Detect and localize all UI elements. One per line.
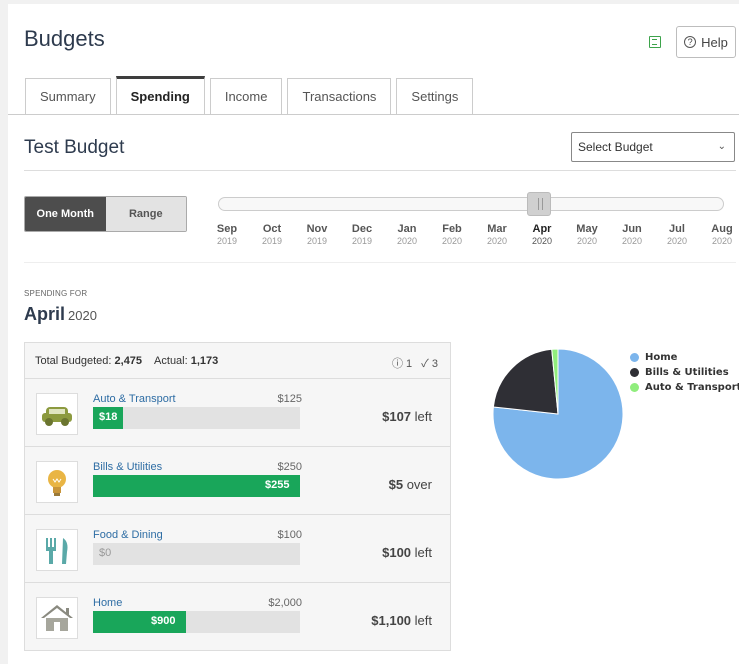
legend-item-bills[interactable]: Bills & Utilities (630, 365, 739, 380)
tab-transactions[interactable]: Transactions (287, 78, 392, 114)
category-budget: $250 (277, 461, 302, 473)
actual-value: 1,173 (190, 354, 219, 367)
pie-slice-bills-utilities[interactable] (492, 348, 559, 415)
totals-header: Total Budgeted: 2,475 Actual: 1,173 ⓘ 1 … (25, 343, 450, 379)
month-aug[interactable]: Aug 2020 (702, 223, 739, 246)
month-jul[interactable]: Jul 2020 (657, 223, 697, 246)
spending-month-name: April (24, 304, 66, 324)
category-row: Bills & Utilities $250 $255 $5 over (25, 447, 450, 515)
category-progress-bar: $255 (93, 475, 300, 497)
status-counts: ⓘ 1 ✓ 3 (392, 355, 438, 371)
alert-icon: ⓘ (391, 358, 403, 370)
month-timeline: Sep 2019 Oct 2019 Nov 2019 Dec 2019 Jan 2020 … (203, 223, 738, 253)
check-icon: ✓ (421, 358, 429, 370)
month-oct[interactable]: Oct 2019 (252, 223, 292, 246)
category-budget: $125 (277, 393, 302, 405)
legend-swatch (630, 383, 639, 392)
category-name-link[interactable]: Bills & Utilities (93, 461, 162, 473)
month-jan[interactable]: Jan 2020 (387, 223, 427, 246)
month-nov[interactable]: Nov 2019 (297, 223, 337, 246)
remaining-amount: $100 left (382, 545, 432, 560)
budget-name: Test Budget (24, 137, 125, 158)
month-slider-track[interactable] (218, 197, 724, 211)
fork-knife-icon (36, 529, 78, 571)
tab-bar: Summary Spending Income Transactions Set… (25, 76, 478, 114)
tabs-divider (8, 114, 739, 115)
question-circle-icon: ? (684, 36, 697, 48)
remaining-amount: $107 left (382, 409, 432, 424)
one-month-button[interactable]: One Month (25, 197, 106, 231)
category-progress-bar: $0 (93, 543, 300, 565)
month-slider-handle[interactable] (527, 192, 551, 216)
spending-month: April 2020 (24, 304, 97, 325)
divider (24, 170, 736, 171)
divider (24, 262, 736, 263)
month-dec[interactable]: Dec 2019 (342, 223, 382, 246)
select-budget-dropdown[interactable]: Select Budget ⌄ (571, 132, 735, 162)
month-sep[interactable]: Sep 2019 (207, 223, 247, 246)
spent-label: $0 (99, 547, 112, 559)
category-budget: $100 (277, 529, 302, 541)
category-row: Home $2,000 $900 $1,100 left (25, 583, 450, 651)
tab-income[interactable]: Income (209, 78, 283, 114)
category-list: Total Budgeted: 2,475 Actual: 1,173 ⓘ 1 … (24, 342, 451, 651)
legend-item-home[interactable]: Home (630, 350, 739, 365)
month-jun[interactable]: Jun 2020 (612, 223, 652, 246)
category-name-link[interactable]: Home (93, 597, 122, 609)
tab-spending[interactable]: Spending (115, 76, 205, 114)
spent-label: $900 (151, 615, 176, 627)
remaining-amount: $1,100 left (371, 613, 432, 628)
total-budgeted-value: 2,475 (114, 354, 143, 367)
spending-year: 2020 (68, 308, 97, 323)
house-icon (36, 597, 78, 639)
copy-icon[interactable] (649, 36, 661, 48)
help-label: Help (701, 34, 728, 50)
spending-for-label: SPENDING FOR (24, 289, 88, 298)
legend-swatch (630, 353, 639, 362)
chevron-down-icon: ⌄ (717, 141, 726, 152)
actual-label: Actual: (154, 354, 188, 367)
alert-count: 1 (406, 358, 413, 370)
legend-swatch (630, 368, 639, 377)
page-title: Budgets (24, 26, 105, 51)
month-mar[interactable]: Mar 2020 (477, 223, 517, 246)
budgets-panel: Budgets ? Help Summary Spending Income T… (8, 4, 739, 664)
help-button[interactable]: ? Help (676, 26, 736, 58)
lightbulb-icon (36, 461, 78, 503)
legend-item-auto[interactable]: Auto & Transport (630, 380, 739, 395)
category-row: Food & Dining $100 $0 $100 left (25, 515, 450, 583)
category-row: Auto & Transport $125 $18 $107 left (25, 379, 450, 447)
month-may[interactable]: May 2020 (567, 223, 607, 246)
range-button[interactable]: Range (105, 197, 186, 231)
remaining-amount: $5 over (388, 477, 432, 492)
tab-summary[interactable]: Summary (25, 78, 111, 114)
select-budget-label: Select Budget (578, 140, 653, 154)
month-feb[interactable]: Feb 2020 (432, 223, 472, 246)
category-progress-bar: $18 (93, 407, 300, 429)
category-name-link[interactable]: Food & Dining (93, 529, 163, 541)
period-toggle: One Month Range (24, 196, 187, 232)
category-progress-bar: $900 (93, 611, 300, 633)
total-budgeted-label: Total Budgeted: (35, 354, 112, 367)
month-apr[interactable]: Apr 2020 (522, 223, 562, 246)
category-name-link[interactable]: Auto & Transport (93, 393, 176, 405)
spending-pie-chart (492, 348, 624, 480)
spent-label: $18 (99, 411, 118, 423)
spent-label: $255 (265, 479, 290, 491)
tab-settings[interactable]: Settings (396, 78, 474, 114)
car-icon (36, 393, 78, 435)
pie-legend: Home Bills & Utilities Auto & Transport (630, 350, 739, 395)
ok-count: 3 (431, 358, 438, 370)
category-budget: $2,000 (268, 597, 302, 609)
